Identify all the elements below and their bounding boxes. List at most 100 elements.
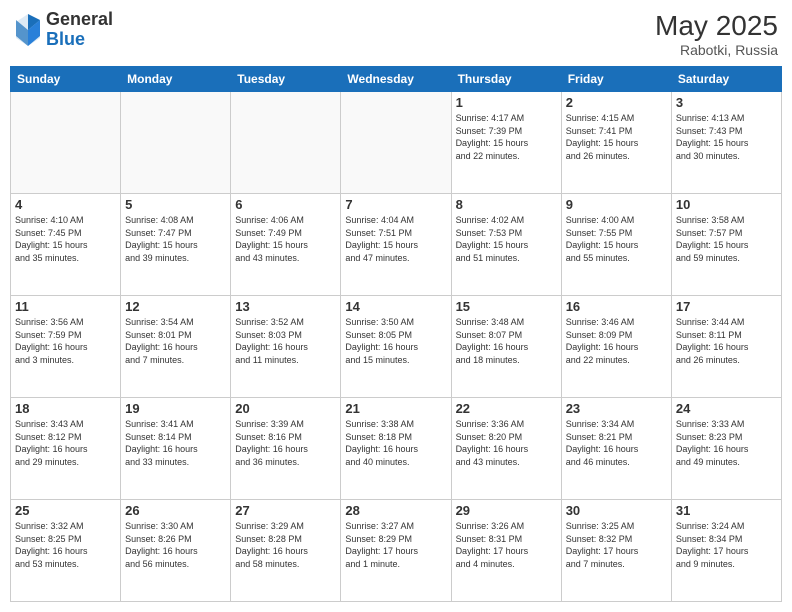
day-number: 12 (125, 299, 226, 314)
day-info: Sunrise: 4:08 AM Sunset: 7:47 PM Dayligh… (125, 214, 226, 264)
day-number: 15 (456, 299, 557, 314)
calendar-cell: 16 Sunrise: 3:46 AM Sunset: 8:09 PM Dayli… (561, 296, 671, 398)
calendar-cell: 11 Sunrise: 3:56 AM Sunset: 7:59 PM Dayli… (11, 296, 121, 398)
day-number: 30 (566, 503, 667, 518)
day-info: Sunrise: 3:54 AM Sunset: 8:01 PM Dayligh… (125, 316, 226, 366)
calendar-week-row: 4Sunrise: 4:10 AM Sunset: 7:45 PM Daylig… (11, 194, 782, 296)
day-info: Sunrise: 3:56 AM Sunset: 7:59 PM Dayligh… (15, 316, 116, 366)
calendar-cell: 12 Sunrise: 3:54 AM Sunset: 8:01 PM Dayli… (121, 296, 231, 398)
calendar-week-row: 18 Sunrise: 3:43 AM Sunset: 8:12 PM Dayli… (11, 398, 782, 500)
day-number: 3 (676, 95, 777, 110)
logo-icon (14, 12, 42, 48)
day-number: 18 (15, 401, 116, 416)
calendar-cell: 2 Sunrise: 4:15 AM Sunset: 7:41 PM Daylig… (561, 92, 671, 194)
calendar-cell: 7 Sunrise: 4:04 AM Sunset: 7:51 PM Daylig… (341, 194, 451, 296)
calendar-cell: 26 Sunrise: 3:30 AM Sunset: 8:26 PM Dayli… (121, 500, 231, 602)
calendar-cell: 17Sunrise: 3:44 AM Sunset: 8:11 PM Dayli… (671, 296, 781, 398)
month-year: May 2025 (655, 10, 778, 42)
calendar-cell: 24 Sunrise: 3:33 AM Sunset: 8:23 PM Dayli… (671, 398, 781, 500)
day-info: Sunrise: 3:58 AM Sunset: 7:57 PM Dayligh… (676, 214, 777, 264)
header-thursday: Thursday (451, 67, 561, 92)
calendar-cell: 15 Sunrise: 3:48 AM Sunset: 8:07 PM Dayli… (451, 296, 561, 398)
day-info: Sunrise: 3:52 AM Sunset: 8:03 PM Dayligh… (235, 316, 336, 366)
header-wednesday: Wednesday (341, 67, 451, 92)
logo-text: General Blue (46, 10, 113, 50)
header-friday: Friday (561, 67, 671, 92)
day-number: 24 (676, 401, 777, 416)
day-info: Sunrise: 3:39 AM Sunset: 8:16 PM Dayligh… (235, 418, 336, 468)
day-info: Sunrise: 3:43 AM Sunset: 8:12 PM Dayligh… (15, 418, 116, 468)
header-monday: Monday (121, 67, 231, 92)
day-info: Sunrise: 4:15 AM Sunset: 7:41 PM Dayligh… (566, 112, 667, 162)
calendar-cell: 25Sunrise: 3:32 AM Sunset: 8:25 PM Dayli… (11, 500, 121, 602)
day-number: 22 (456, 401, 557, 416)
calendar: Sunday Monday Tuesday Wednesday Thursday… (10, 66, 782, 602)
day-info: Sunrise: 4:06 AM Sunset: 7:49 PM Dayligh… (235, 214, 336, 264)
day-info: Sunrise: 3:48 AM Sunset: 8:07 PM Dayligh… (456, 316, 557, 366)
day-number: 14 (345, 299, 446, 314)
day-number: 6 (235, 197, 336, 212)
day-header-row: Sunday Monday Tuesday Wednesday Thursday… (11, 67, 782, 92)
day-info: Sunrise: 3:26 AM Sunset: 8:31 PM Dayligh… (456, 520, 557, 570)
calendar-cell: 3 Sunrise: 4:13 AM Sunset: 7:43 PM Daylig… (671, 92, 781, 194)
day-number: 9 (566, 197, 667, 212)
day-info: Sunrise: 3:30 AM Sunset: 8:26 PM Dayligh… (125, 520, 226, 570)
logo: General Blue (14, 10, 113, 50)
calendar-cell (231, 92, 341, 194)
calendar-cell: 8 Sunrise: 4:02 AM Sunset: 7:53 PM Daylig… (451, 194, 561, 296)
calendar-cell: 13 Sunrise: 3:52 AM Sunset: 8:03 PM Dayli… (231, 296, 341, 398)
day-number: 26 (125, 503, 226, 518)
logo-blue: Blue (46, 30, 113, 50)
day-number: 20 (235, 401, 336, 416)
day-number: 29 (456, 503, 557, 518)
calendar-cell: 6 Sunrise: 4:06 AM Sunset: 7:49 PM Daylig… (231, 194, 341, 296)
day-info: Sunrise: 3:36 AM Sunset: 8:20 PM Dayligh… (456, 418, 557, 468)
calendar-cell: 20 Sunrise: 3:39 AM Sunset: 8:16 PM Dayli… (231, 398, 341, 500)
day-info: Sunrise: 4:13 AM Sunset: 7:43 PM Dayligh… (676, 112, 777, 162)
day-number: 19 (125, 401, 226, 416)
day-number: 23 (566, 401, 667, 416)
day-number: 13 (235, 299, 336, 314)
day-number: 5 (125, 197, 226, 212)
day-info: Sunrise: 3:50 AM Sunset: 8:05 PM Dayligh… (345, 316, 446, 366)
day-info: Sunrise: 3:44 AM Sunset: 8:11 PM Dayligh… (676, 316, 777, 366)
day-info: Sunrise: 3:25 AM Sunset: 8:32 PM Dayligh… (566, 520, 667, 570)
day-number: 28 (345, 503, 446, 518)
calendar-cell (341, 92, 451, 194)
day-number: 2 (566, 95, 667, 110)
calendar-cell: 1Sunrise: 4:17 AM Sunset: 7:39 PM Daylig… (451, 92, 561, 194)
header-saturday: Saturday (671, 67, 781, 92)
calendar-cell: 19Sunrise: 3:41 AM Sunset: 8:14 PM Dayli… (121, 398, 231, 500)
day-info: Sunrise: 3:29 AM Sunset: 8:28 PM Dayligh… (235, 520, 336, 570)
day-info: Sunrise: 3:27 AM Sunset: 8:29 PM Dayligh… (345, 520, 446, 570)
calendar-cell (121, 92, 231, 194)
calendar-cell: 9Sunrise: 4:00 AM Sunset: 7:55 PM Daylig… (561, 194, 671, 296)
calendar-week-row: 1Sunrise: 4:17 AM Sunset: 7:39 PM Daylig… (11, 92, 782, 194)
day-info: Sunrise: 4:10 AM Sunset: 7:45 PM Dayligh… (15, 214, 116, 264)
day-info: Sunrise: 3:34 AM Sunset: 8:21 PM Dayligh… (566, 418, 667, 468)
day-number: 27 (235, 503, 336, 518)
calendar-cell: 10 Sunrise: 3:58 AM Sunset: 7:57 PM Dayli… (671, 194, 781, 296)
day-info: Sunrise: 4:04 AM Sunset: 7:51 PM Dayligh… (345, 214, 446, 264)
day-info: Sunrise: 3:33 AM Sunset: 8:23 PM Dayligh… (676, 418, 777, 468)
day-number: 16 (566, 299, 667, 314)
header-tuesday: Tuesday (231, 67, 341, 92)
calendar-cell: 14 Sunrise: 3:50 AM Sunset: 8:05 PM Dayli… (341, 296, 451, 398)
header: General Blue May 2025 Rabotki, Russia (10, 10, 782, 58)
calendar-cell: 21Sunrise: 3:38 AM Sunset: 8:18 PM Dayli… (341, 398, 451, 500)
day-number: 11 (15, 299, 116, 314)
calendar-cell: 28 Sunrise: 3:27 AM Sunset: 8:29 PM Dayli… (341, 500, 451, 602)
day-number: 25 (15, 503, 116, 518)
day-info: Sunrise: 3:46 AM Sunset: 8:09 PM Dayligh… (566, 316, 667, 366)
day-number: 8 (456, 197, 557, 212)
day-info: Sunrise: 4:02 AM Sunset: 7:53 PM Dayligh… (456, 214, 557, 264)
calendar-cell: 4Sunrise: 4:10 AM Sunset: 7:45 PM Daylig… (11, 194, 121, 296)
calendar-week-row: 25Sunrise: 3:32 AM Sunset: 8:25 PM Dayli… (11, 500, 782, 602)
day-number: 31 (676, 503, 777, 518)
day-number: 7 (345, 197, 446, 212)
day-info: Sunrise: 4:17 AM Sunset: 7:39 PM Dayligh… (456, 112, 557, 162)
calendar-cell: 18 Sunrise: 3:43 AM Sunset: 8:12 PM Dayli… (11, 398, 121, 500)
day-number: 10 (676, 197, 777, 212)
calendar-cell: 22 Sunrise: 3:36 AM Sunset: 8:20 PM Dayli… (451, 398, 561, 500)
calendar-cell: 23 Sunrise: 3:34 AM Sunset: 8:21 PM Dayli… (561, 398, 671, 500)
